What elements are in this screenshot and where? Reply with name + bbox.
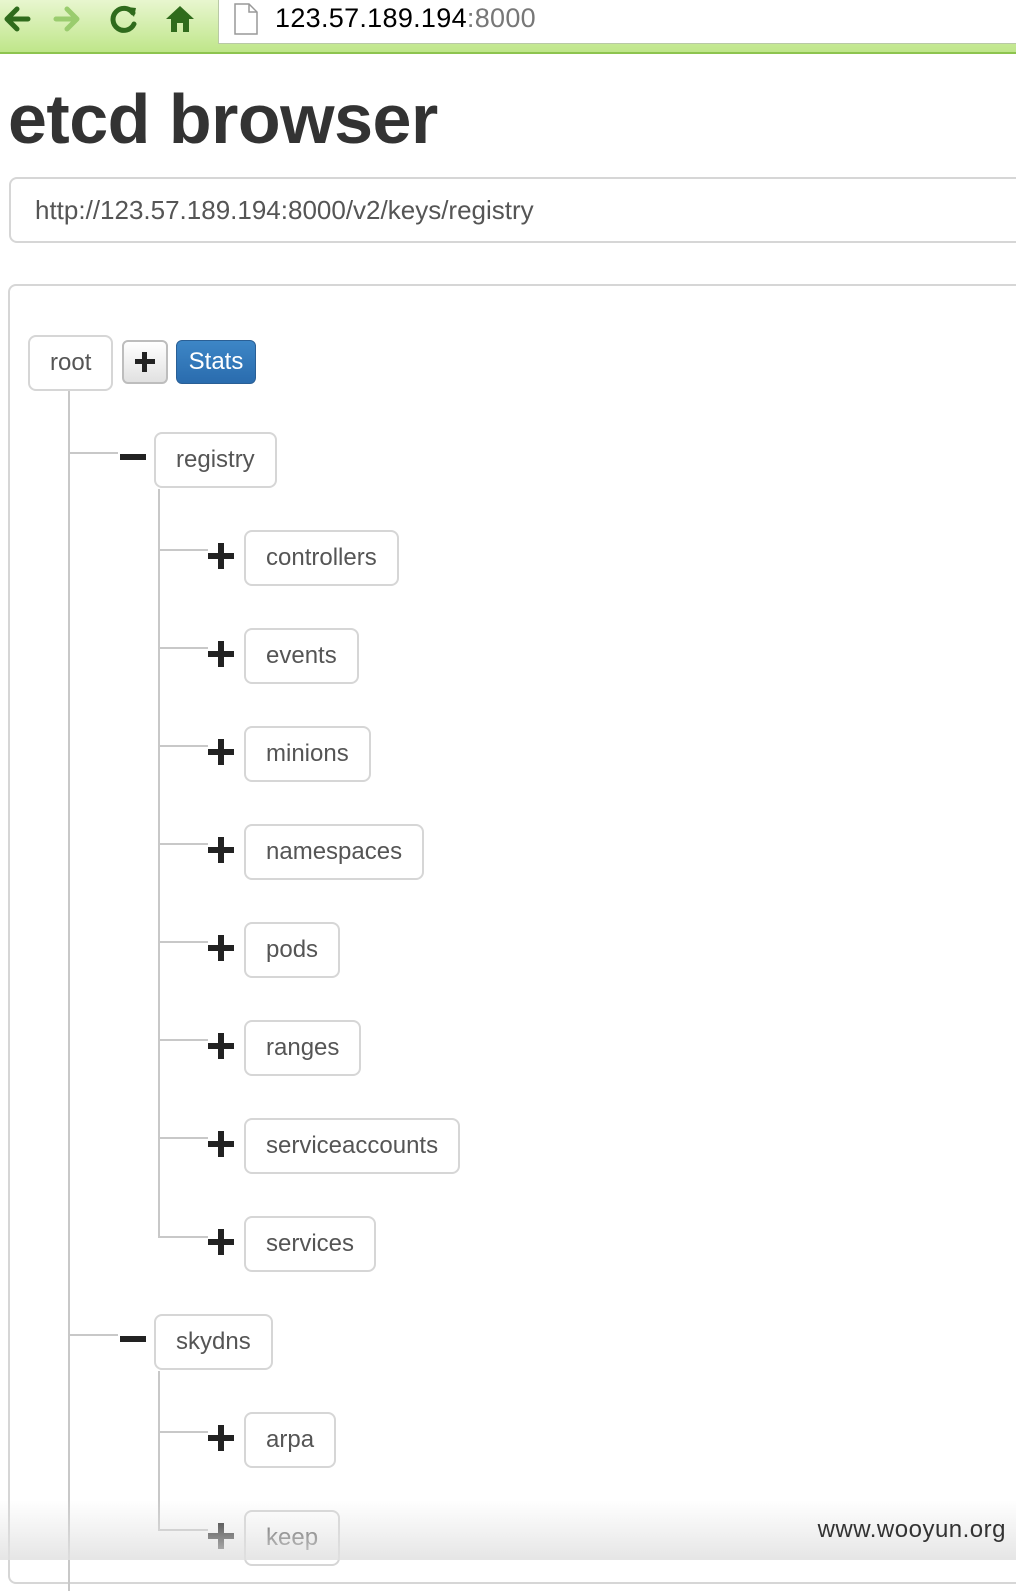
tree-node-registry[interactable]: registry: [154, 432, 277, 488]
reload-icon: [110, 5, 137, 33]
tree-connector: [158, 1431, 208, 1433]
expand-toggle-namespaces[interactable]: [206, 835, 236, 865]
tree-node-arpa[interactable]: arpa: [244, 1412, 337, 1468]
watermark-overlay: www.wooyun.org: [0, 1500, 1016, 1560]
page-title: etcd browser: [8, 80, 438, 158]
tree-connector: [68, 1334, 118, 1336]
stats-button[interactable]: Stats: [176, 340, 256, 384]
tree-node-controllers[interactable]: controllers: [244, 530, 399, 586]
back-button[interactable]: [0, 2, 36, 36]
expand-toggle-controllers[interactable]: [206, 541, 236, 571]
expand-toggle-arpa[interactable]: [206, 1423, 236, 1453]
collapse-toggle-registry[interactable]: [118, 442, 148, 472]
expand-toggle-ranges[interactable]: [206, 1031, 236, 1061]
page-icon: [234, 3, 258, 35]
address-bar[interactable]: 123.57.189.194:8000: [218, 0, 1016, 44]
expand-toggle-events[interactable]: [206, 639, 236, 669]
address-text: 123.57.189.194:8000: [275, 0, 536, 36]
tree-node-pods[interactable]: pods: [244, 922, 341, 978]
address-port: :8000: [466, 3, 536, 33]
tree-connector: [158, 843, 208, 845]
browser-toolbar: 123.57.189.194:8000: [0, 0, 1016, 54]
tree-node-events[interactable]: events: [244, 628, 359, 684]
tree-connector-registry: [158, 489, 160, 1238]
home-icon: [166, 6, 194, 32]
expand-toggle-minions[interactable]: [206, 737, 236, 767]
tree-connector: [158, 549, 208, 551]
tree-connector: [158, 1236, 208, 1238]
reload-button[interactable]: [106, 2, 142, 36]
tree-connector: [68, 452, 118, 454]
tree-connector: [158, 1039, 208, 1041]
tree-connector: [158, 1137, 208, 1139]
url-input[interactable]: [9, 177, 1016, 243]
expand-toggle-services[interactable]: [206, 1227, 236, 1257]
collapse-toggle-skydns[interactable]: [118, 1324, 148, 1354]
tree-node-namespaces[interactable]: namespaces: [244, 824, 425, 880]
tree-node-services[interactable]: services: [244, 1216, 377, 1272]
address-host: 123.57.189.194: [275, 3, 467, 33]
forward-arrow-icon: [53, 6, 80, 32]
back-arrow-icon: [4, 6, 31, 32]
home-button[interactable]: [162, 2, 198, 36]
tree-node-serviceaccounts[interactable]: serviceaccounts: [244, 1118, 461, 1174]
forward-button[interactable]: [50, 2, 86, 36]
tree-node-skydns[interactable]: skydns: [154, 1314, 273, 1370]
watermark-text: www.wooyun.org: [817, 1516, 1006, 1543]
expand-toggle-serviceaccounts[interactable]: [206, 1129, 236, 1159]
add-key-button[interactable]: [122, 340, 168, 384]
tree-connector: [158, 941, 208, 943]
tree-node-root[interactable]: root: [28, 335, 114, 391]
tree-connector: [158, 745, 208, 747]
tree-connector: [158, 647, 208, 649]
expand-toggle-pods[interactable]: [206, 933, 236, 963]
tree-node-ranges[interactable]: ranges: [244, 1020, 362, 1076]
tree-connector-root: [68, 391, 70, 1591]
tree-node-minions[interactable]: minions: [244, 726, 371, 782]
